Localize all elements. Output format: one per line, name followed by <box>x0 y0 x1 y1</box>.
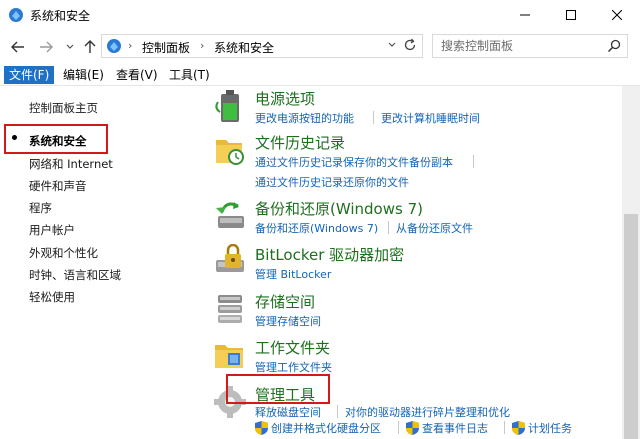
sidebar-item-control-panel-home[interactable]: 控制面板主页 <box>29 100 98 116</box>
link-view-event-logs[interactable]: 查看事件日志 <box>422 420 488 436</box>
link-disk-cleanup[interactable]: 释放磁盘空间 <box>255 404 321 420</box>
bitlocker-icon <box>212 243 248 280</box>
work-folders-icon <box>212 337 248 373</box>
category-heading[interactable]: BitLocker 驱动器加密 <box>255 244 404 265</box>
link-divider <box>388 221 389 234</box>
sidebar-item-appearance[interactable]: 外观和个性化 <box>29 245 98 261</box>
link-backup-restore-win7[interactable]: 备份和还原(Windows 7) <box>255 220 378 236</box>
link-power-button[interactable]: 更改电源按钮的功能 <box>255 110 354 126</box>
battery-icon <box>212 88 248 124</box>
title-bar: 系统和安全 <box>0 0 640 30</box>
link-manage-work-folders[interactable]: 管理工作文件夹 <box>255 359 332 375</box>
refresh-icon[interactable] <box>403 38 417 55</box>
menu-tools[interactable]: 工具(T) <box>164 66 215 84</box>
sidebar-item-hardware-sound[interactable]: 硬件和声音 <box>29 178 87 194</box>
link-sleep-time[interactable]: 更改计算机睡眠时间 <box>381 110 480 126</box>
category-heading[interactable]: 电源选项 <box>255 88 315 109</box>
forward-button[interactable] <box>38 39 54 55</box>
link-divider <box>337 405 338 418</box>
highlight-box <box>226 374 330 404</box>
sidebar-item-programs[interactable]: 程序 <box>29 200 52 216</box>
menu-file[interactable]: 文件(F) <box>4 66 55 84</box>
category-heading[interactable]: 文件历史记录 <box>255 132 345 153</box>
search-input[interactable] <box>433 35 603 57</box>
window-title: 系统和安全 <box>30 9 91 23</box>
back-button[interactable] <box>10 39 26 55</box>
close-button[interactable] <box>594 0 640 30</box>
shield-icon <box>512 421 525 435</box>
control-panel-icon <box>8 7 24 23</box>
link-divider <box>504 421 505 434</box>
link-schedule-tasks[interactable]: 计划任务 <box>528 420 572 436</box>
menu-view[interactable]: 查看(V) <box>111 66 163 84</box>
scrollbar-thumb[interactable] <box>624 214 638 439</box>
link-file-backup[interactable]: 通过文件历史记录保存你的文件备份副本 <box>255 154 453 170</box>
shield-icon <box>406 421 419 435</box>
category-heading[interactable]: 工作文件夹 <box>255 337 330 358</box>
minimize-button[interactable] <box>502 0 548 30</box>
backup-icon <box>212 198 248 234</box>
control-panel-icon <box>106 38 122 54</box>
highlight-box <box>4 124 108 154</box>
link-divider <box>373 111 374 124</box>
storage-spaces-icon <box>212 291 248 327</box>
menu-edit[interactable]: 编辑(E) <box>58 66 109 84</box>
category-heading[interactable]: 存储空间 <box>255 291 315 312</box>
sidebar-item-clock-language[interactable]: 时钟、语言和区域 <box>29 267 121 283</box>
link-manage-storage-spaces[interactable]: 管理存储空间 <box>255 313 321 329</box>
category-heading[interactable]: 备份和还原(Windows 7) <box>255 198 423 219</box>
address-dropdown-icon[interactable] <box>388 39 396 54</box>
breadcrumb-system-security[interactable]: 系统和安全 <box>214 39 274 56</box>
link-defragment[interactable]: 对你的驱动器进行碎片整理和优化 <box>345 404 510 420</box>
sidebar-item-ease-of-access[interactable]: 轻松使用 <box>29 289 75 305</box>
sidebar-item-user-accounts[interactable]: 用户帐户 <box>29 222 75 238</box>
search-box[interactable] <box>432 34 628 58</box>
file-history-icon <box>212 132 248 168</box>
link-restore-from-backup[interactable]: 从备份还原文件 <box>396 220 473 236</box>
up-button[interactable] <box>82 39 98 55</box>
shield-icon <box>255 421 268 435</box>
link-manage-bitlocker[interactable]: 管理 BitLocker <box>255 266 331 282</box>
recent-locations-chevron-icon[interactable] <box>62 39 78 55</box>
breadcrumb-separator-icon[interactable]: › <box>200 39 204 52</box>
breadcrumb-separator-icon[interactable]: › <box>128 39 132 52</box>
sidebar-item-network-internet[interactable]: 网络和 Internet <box>29 156 113 172</box>
search-icon[interactable] <box>607 39 621 56</box>
maximize-button[interactable] <box>548 0 594 30</box>
link-divider <box>473 155 474 168</box>
link-file-restore[interactable]: 通过文件历史记录还原你的文件 <box>255 174 409 190</box>
address-bar[interactable]: › 控制面板 › 系统和安全 <box>101 34 423 58</box>
menu-bar: 文件(F) 编辑(E) 查看(V) 工具(T) <box>0 64 640 86</box>
link-create-format-partitions[interactable]: 创建并格式化硬盘分区 <box>271 420 381 436</box>
link-divider <box>398 421 399 434</box>
breadcrumb-control-panel[interactable]: 控制面板 <box>142 39 190 56</box>
